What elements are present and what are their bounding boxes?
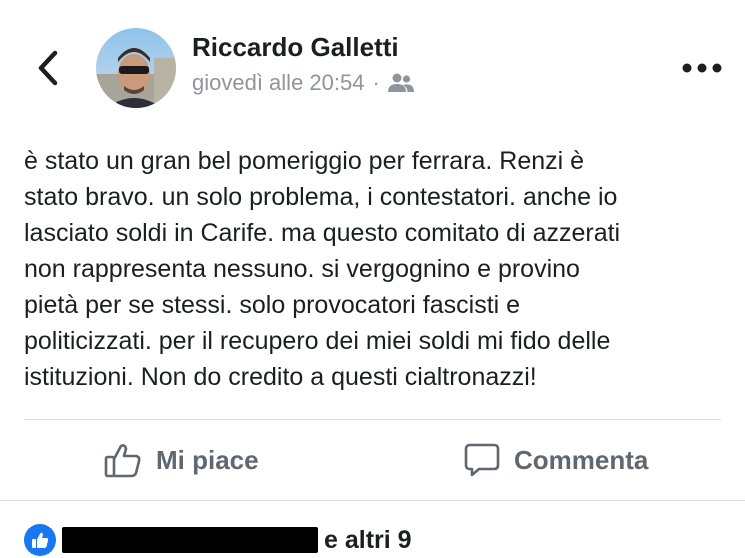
timestamp[interactable]: giovedì alle 20:54	[192, 70, 364, 96]
avatar[interactable]	[96, 28, 176, 108]
chevron-left-icon	[38, 50, 58, 86]
friends-icon	[387, 73, 414, 92]
post-text: è stato un gran bel pomeriggio per ferra…	[24, 147, 621, 391]
like-button[interactable]: Mi piace	[104, 440, 259, 480]
author-name[interactable]: Riccardo Galletti	[192, 32, 399, 63]
reactions-others: e altri 9	[324, 525, 412, 554]
meta-separator: ·	[372, 70, 380, 95]
more-horizontal-icon	[682, 63, 722, 73]
comment-label: Commenta	[514, 444, 649, 475]
comment-bubble-icon	[464, 442, 500, 478]
action-bar: Mi piace Commenta	[0, 420, 745, 500]
divider	[0, 500, 745, 501]
like-label: Mi piace	[156, 444, 259, 475]
post-meta: giovedì alle 20:54 ·	[192, 70, 414, 96]
like-reaction-icon	[24, 524, 56, 556]
thumbs-up-icon	[104, 442, 142, 478]
profile-photo	[96, 28, 176, 108]
comment-button[interactable]: Commenta	[464, 440, 648, 480]
more-options-button[interactable]	[678, 56, 726, 80]
reactions-summary[interactable]: D e altri 9	[24, 522, 412, 558]
redacted-name[interactable]: D	[62, 525, 318, 555]
redaction-bar	[62, 527, 318, 553]
back-button[interactable]	[30, 48, 66, 88]
